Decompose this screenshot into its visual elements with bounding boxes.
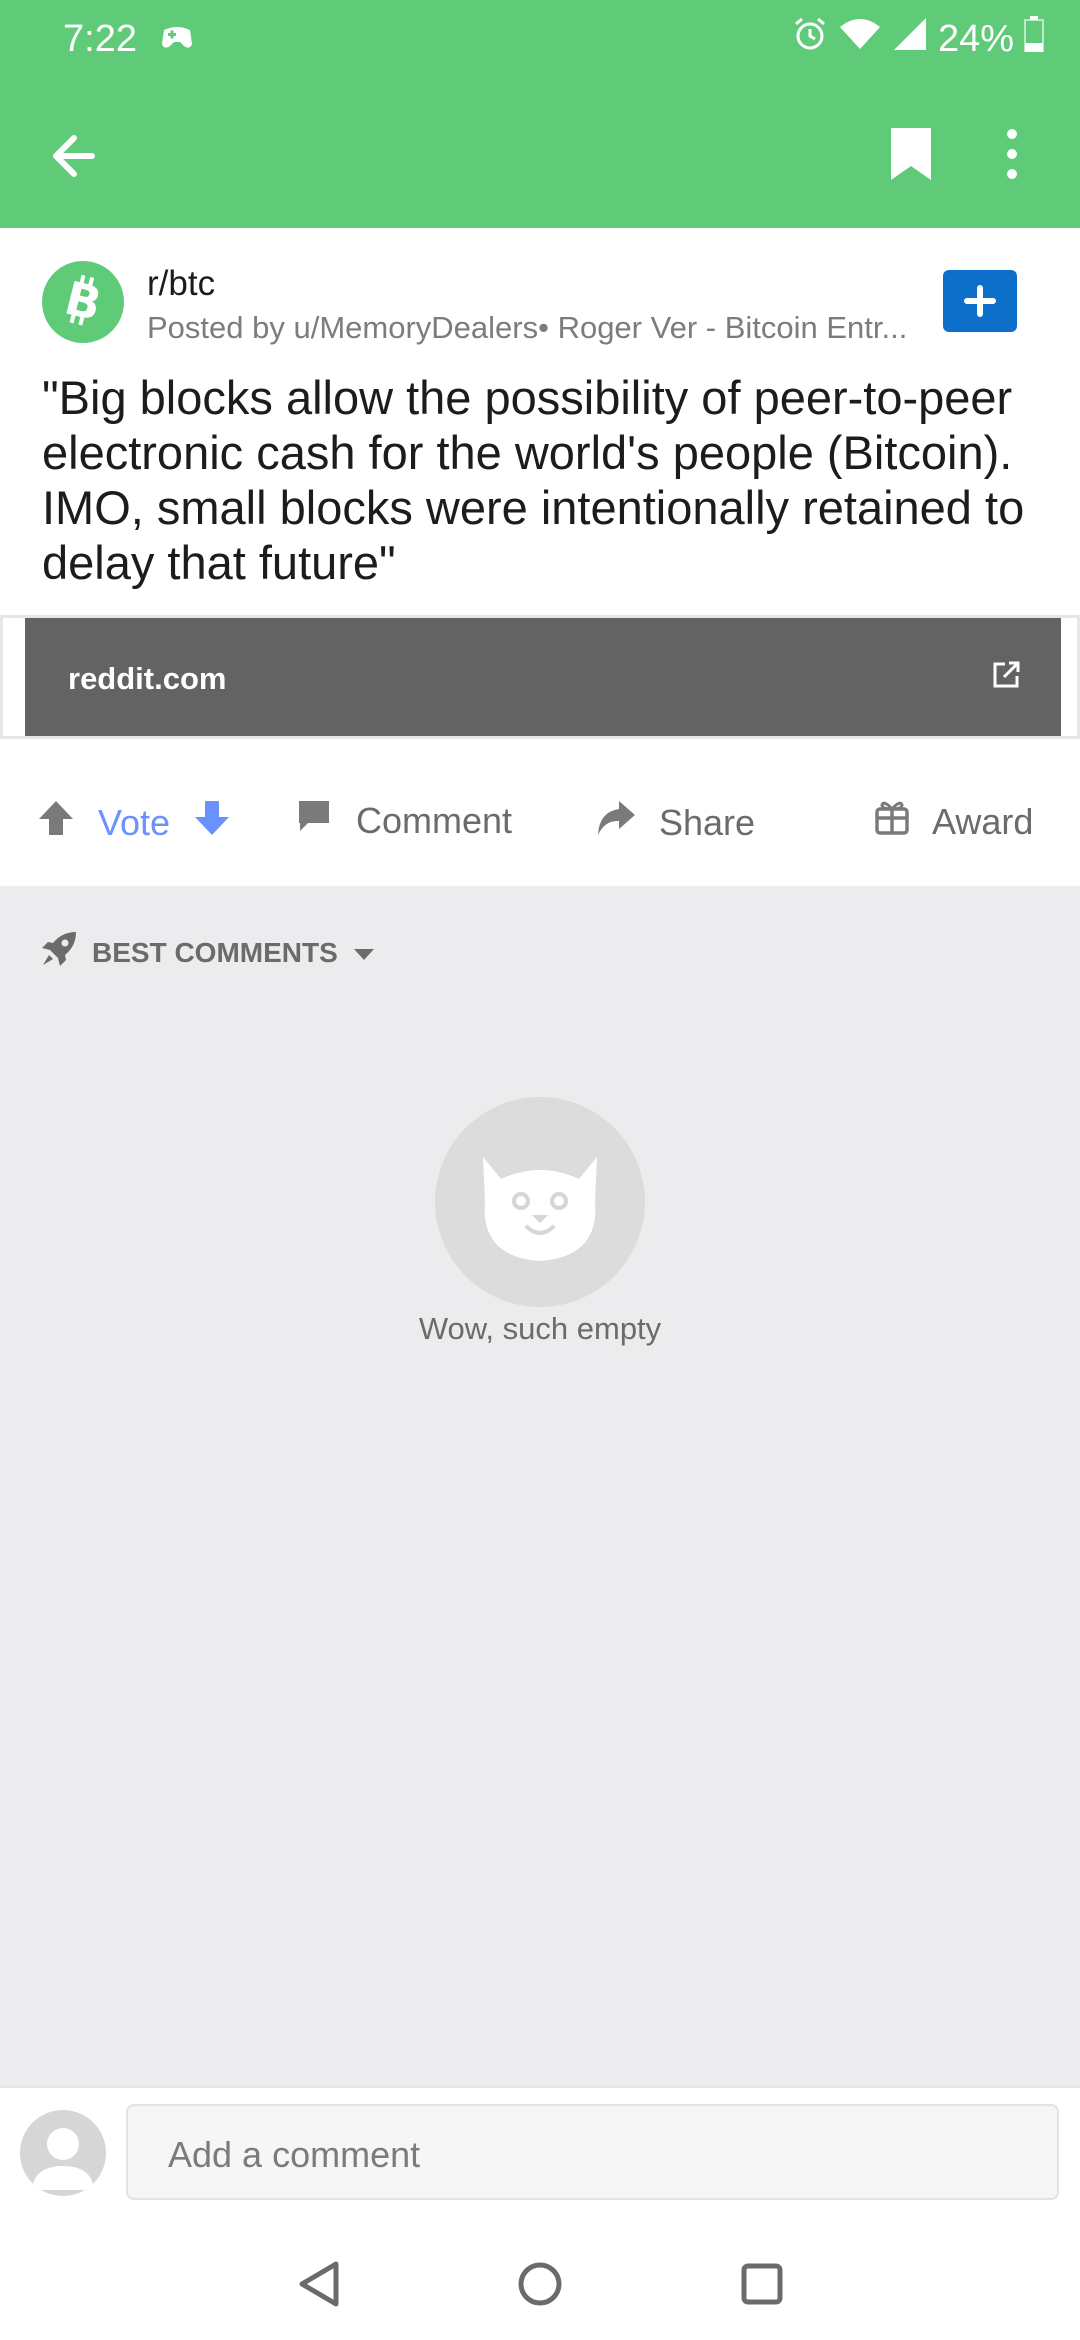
empty-state-text: Wow, such empty <box>418 1311 662 1346</box>
vote-label: Vote <box>98 801 171 843</box>
sort-label: BEST COMMENTS <box>92 936 338 968</box>
share-label: Share <box>659 801 756 843</box>
wifi-icon <box>838 17 882 61</box>
comment-sort-selector[interactable]: BEST COMMENTS <box>40 930 376 975</box>
comment-icon <box>296 798 332 843</box>
cell-signal-icon <box>892 16 928 62</box>
link-domain: reddit.com <box>68 661 227 696</box>
nav-home-icon[interactable] <box>516 2258 564 2315</box>
link-card[interactable]: reddit.com <box>25 618 1061 736</box>
upvote-icon[interactable] <box>36 798 76 847</box>
link-preview: reddit.com <box>0 615 1080 739</box>
award-label: Award <box>932 800 1034 842</box>
downvote-icon[interactable] <box>192 798 232 847</box>
award-button[interactable]: Award <box>874 798 1033 845</box>
subreddit-name[interactable]: r/btc <box>147 264 215 304</box>
add-comment-input[interactable]: Add a comment <box>126 2104 1059 2200</box>
external-link-icon <box>991 660 1021 695</box>
share-button[interactable]: Share <box>595 798 755 847</box>
empty-state-illustration <box>435 1097 645 1307</box>
caret-down-icon <box>352 937 376 969</box>
status-bar: 7:22 24% <box>0 0 1080 83</box>
plus-icon <box>964 285 996 317</box>
comment-label: Comment <box>356 799 513 841</box>
share-icon <box>595 798 637 847</box>
gamepad-icon <box>160 24 194 59</box>
user-icon <box>32 2128 94 2190</box>
back-arrow-icon[interactable] <box>44 126 104 191</box>
rocket-icon <box>40 930 78 975</box>
comment-button[interactable]: Comment <box>296 798 512 843</box>
system-nav-bar <box>0 2228 1080 2340</box>
bottom-bar: Add a comment <box>0 2086 1080 2340</box>
battery-icon <box>1024 16 1044 62</box>
bitcoin-icon: B <box>60 271 107 332</box>
more-options-icon[interactable] <box>1005 126 1019 187</box>
nav-back-icon[interactable] <box>296 2258 344 2315</box>
battery-percent: 24% <box>937 17 1014 60</box>
nav-recents-icon[interactable] <box>738 2258 786 2315</box>
bookmark-icon[interactable] <box>889 126 933 187</box>
post-author-line[interactable]: Posted by u/MemoryDealers• Roger Ver - B… <box>147 310 927 346</box>
status-time: 7:22 <box>63 18 137 60</box>
alarm-icon <box>792 16 828 62</box>
post-actions: Vote Comment Share Award <box>0 758 1080 882</box>
post-card: B r/btc Posted by u/MemoryDealers• Roger… <box>0 228 1080 886</box>
post-title: "Big blocks allow the possibility of pee… <box>42 371 1025 589</box>
subreddit-avatar[interactable]: B <box>42 261 124 343</box>
gift-icon <box>874 798 910 845</box>
cat-icon <box>483 1157 597 1261</box>
user-avatar[interactable] <box>20 2110 106 2196</box>
app-bar <box>0 83 1080 228</box>
join-button[interactable] <box>943 270 1017 332</box>
vote-control: Vote <box>36 798 232 847</box>
